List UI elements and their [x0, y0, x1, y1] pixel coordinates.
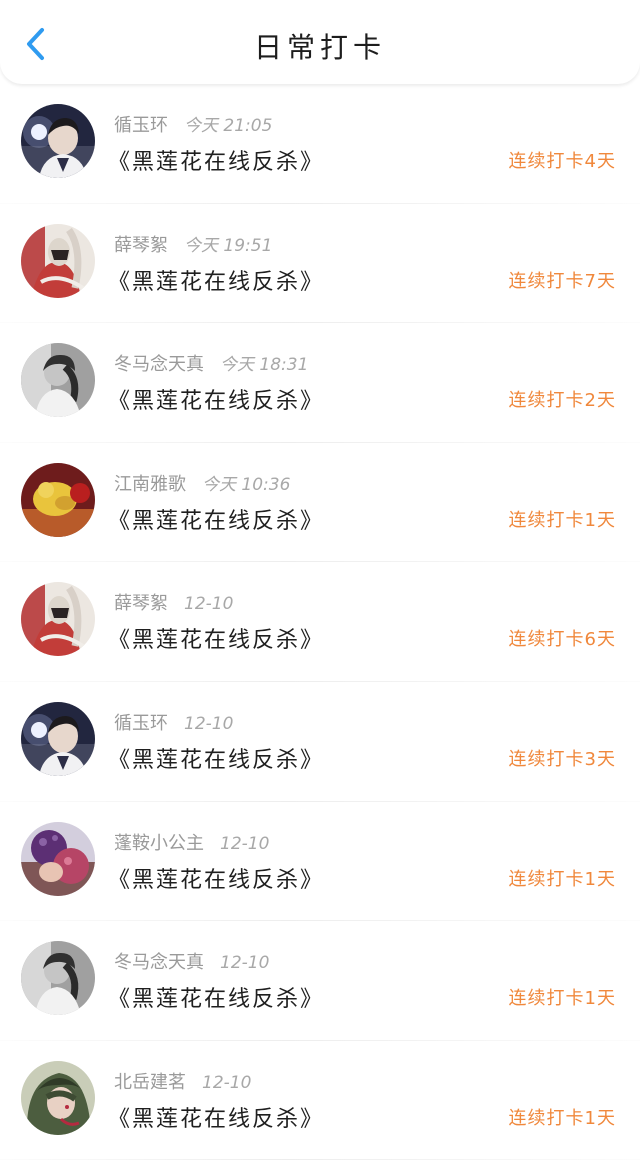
- book-title[interactable]: 《黑莲花在线反杀》: [108, 144, 324, 176]
- book-title[interactable]: 《黑莲花在线反杀》: [108, 503, 324, 535]
- user-avatar[interactable]: [21, 343, 95, 418]
- user-name[interactable]: 冬马念天真: [114, 952, 204, 973]
- checkin-row[interactable]: 薛琴絮 今天 19:51 《黑莲花在线反杀》 连续打卡7天: [0, 203, 640, 324]
- checkin-meta: 循玉环 12-10: [114, 709, 233, 735]
- avatar-image: [21, 462, 95, 537]
- checkin-meta: 北岳建茗 12-10: [114, 1068, 251, 1094]
- user-avatar[interactable]: [21, 582, 95, 657]
- streak-label: 连续打卡1天: [508, 988, 616, 1010]
- checkin-row[interactable]: 冬马念天真 12-10 《黑莲花在线反杀》 连续打卡1天: [0, 921, 640, 1041]
- user-avatar[interactable]: [21, 701, 95, 776]
- streak-label: 连续打卡7天: [508, 270, 616, 292]
- checkin-time: 12-10: [184, 713, 234, 734]
- checkin-row[interactable]: 冬马念天真 今天 18:31 《黑莲花在线反杀》 连续打卡2天: [0, 323, 640, 443]
- checkin-time: 12-10: [184, 594, 234, 615]
- avatar-image: [21, 223, 95, 298]
- checkin-row[interactable]: 循玉环 12-10 《黑莲花在线反杀》 连续打卡3天: [0, 681, 640, 802]
- book-title[interactable]: 《黑莲花在线反杀》: [108, 264, 324, 296]
- book-title[interactable]: 《黑莲花在线反杀》: [108, 862, 324, 894]
- checkin-meta: 薛琴絮 今天 19:51: [114, 231, 272, 257]
- user-avatar[interactable]: [21, 223, 95, 298]
- checkin-time: 今天 10:36: [202, 474, 291, 495]
- checkin-row[interactable]: 北岳建茗 12-10 《黑莲花在线反杀》 连续打卡1天: [0, 1040, 640, 1160]
- user-name[interactable]: 蓬鞍小公主: [114, 833, 204, 854]
- checkin-row[interactable]: 蓬鞍小公主 12-10 《黑莲花在线反杀》 连续打卡1天: [0, 801, 640, 922]
- checkin-meta: 江南雅歌 今天 10:36: [114, 470, 290, 496]
- book-title[interactable]: 《黑莲花在线反杀》: [108, 981, 324, 1013]
- checkin-row[interactable]: 江南雅歌 今天 10:36 《黑莲花在线反杀》 连续打卡1天: [0, 442, 640, 563]
- user-avatar[interactable]: [21, 1060, 95, 1135]
- user-avatar[interactable]: [21, 941, 95, 1016]
- avatar-image: [21, 582, 95, 657]
- streak-label: 连续打卡1天: [508, 509, 616, 531]
- checkin-meta: 循玉环 今天 21:05: [114, 111, 272, 137]
- checkin-time: 今天 19:51: [184, 235, 273, 256]
- streak-label: 连续打卡4天: [508, 151, 616, 172]
- book-title[interactable]: 《黑莲花在线反杀》: [108, 1101, 324, 1133]
- checkin-time: 今天 18:31: [220, 355, 309, 376]
- user-name[interactable]: 循玉环: [114, 115, 168, 136]
- book-title[interactable]: 《黑莲花在线反杀》: [108, 383, 324, 415]
- streak-label: 连续打卡3天: [508, 748, 616, 770]
- user-name[interactable]: 薛琴絮: [114, 235, 168, 256]
- user-name[interactable]: 北岳建茗: [114, 1072, 186, 1093]
- streak-label: 连续打卡6天: [508, 629, 616, 651]
- checkin-row[interactable]: 循玉环 今天 21:05 《黑莲花在线反杀》 连续打卡4天: [0, 84, 640, 204]
- user-avatar[interactable]: [21, 821, 95, 896]
- avatar-image: [21, 941, 95, 1016]
- checkin-meta: 冬马念天真 今天 18:31: [114, 350, 308, 376]
- top-nav-bar: 日常打卡: [0, 0, 640, 84]
- user-avatar[interactable]: [21, 104, 95, 178]
- avatar-image: [21, 701, 95, 776]
- user-avatar[interactable]: [21, 462, 95, 537]
- avatar-image: [21, 1060, 95, 1135]
- avatar-image: [21, 343, 95, 418]
- streak-label: 连续打卡2天: [508, 390, 616, 412]
- user-name[interactable]: 冬马念天真: [114, 354, 204, 375]
- checkin-meta: 蓬鞍小公主 12-10: [114, 829, 269, 855]
- page-title: 日常打卡: [253, 31, 386, 64]
- streak-label: 连续打卡1天: [508, 868, 616, 890]
- checkin-meta: 冬马念天真 12-10: [114, 948, 269, 974]
- streak-label: 连续打卡1天: [508, 1107, 616, 1129]
- checkin-row[interactable]: 薛琴絮 12-10 《黑莲花在线反杀》 连续打卡6天: [0, 562, 640, 682]
- checkin-time: 12-10: [220, 833, 270, 854]
- book-title[interactable]: 《黑莲花在线反杀》: [108, 742, 324, 774]
- user-name[interactable]: 江南雅歌: [114, 474, 186, 495]
- user-name[interactable]: 循玉环: [114, 713, 168, 734]
- checkin-meta: 薛琴絮 12-10: [114, 589, 233, 615]
- user-name[interactable]: 薛琴絮: [114, 593, 168, 614]
- avatar-image: [21, 821, 95, 896]
- book-title[interactable]: 《黑莲花在线反杀》: [108, 622, 324, 654]
- checkin-time: 今天 21:05: [184, 116, 273, 136]
- checkin-time: 12-10: [202, 1072, 252, 1093]
- checkin-time: 12-10: [220, 953, 270, 974]
- checkin-list: 循玉环 今天 21:05 《黑莲花在线反杀》 连续打卡4天 薛琴絮 今天 19:51…: [0, 84, 640, 1160]
- avatar-image: [21, 104, 95, 178]
